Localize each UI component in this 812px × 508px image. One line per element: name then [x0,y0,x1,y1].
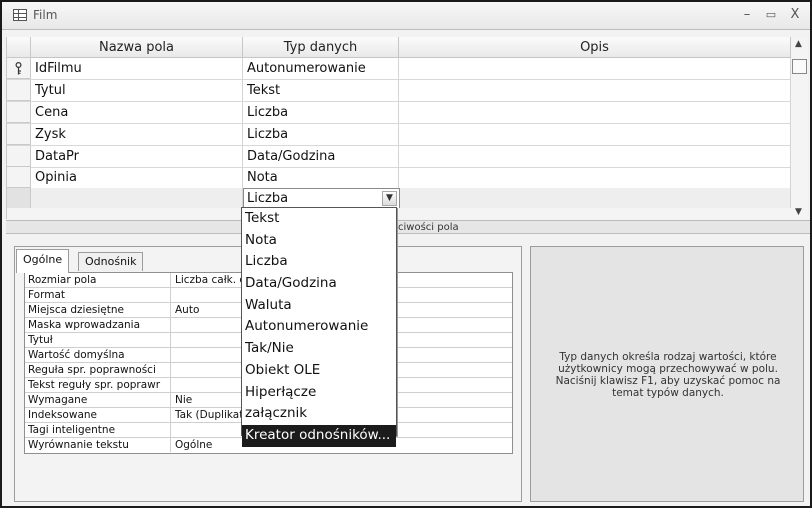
dropdown-option-currency[interactable]: Waluta [242,295,396,317]
field-grid: Nazwa pola Typ danych Opis IdFilmu Auton… [6,37,791,219]
tab-lookup[interactable]: Odnośnik [78,252,144,271]
property-label: Tekst reguły spr. poprawr [25,378,171,392]
description-cell[interactable] [399,146,791,167]
scroll-thumb[interactable] [792,59,807,74]
data-type-cell[interactable]: Autonumerowanie [243,58,399,79]
description-cell[interactable] [399,58,791,79]
minimize-button[interactable]: – [738,6,756,24]
scroll-up-icon[interactable]: ▲ [795,39,802,49]
combobox-value: Liczba [247,191,289,206]
data-type-dropdown-list[interactable]: Tekst Nota Liczba Data/Godzina Waluta Au… [241,207,397,447]
row-selector[interactable] [7,188,31,209]
table-row[interactable]: Tytul Tekst [7,80,791,102]
select-all-corner[interactable] [7,37,31,58]
field-name-cell[interactable]: Tytul [31,80,243,101]
property-label: Reguła spr. poprawności [25,363,171,377]
table-row[interactable]: Zysk Liczba [7,124,791,146]
row-selector[interactable] [7,58,31,79]
dropdown-option-hyperlink[interactable]: Hiperłącze [242,382,396,404]
grid-empty-area [7,208,791,219]
scroll-down-icon[interactable]: ▼ [795,207,802,217]
field-properties-band: ciwości pola [6,220,810,234]
data-type-cell[interactable]: Tekst [243,80,399,101]
dropdown-option-text[interactable]: Tekst [242,208,396,230]
table-row[interactable]: Opinia Nota [7,167,791,189]
dropdown-option-datetime[interactable]: Data/Godzina [242,273,396,295]
dropdown-option-autonumber[interactable]: Autonumerowanie [242,316,396,338]
row-selector[interactable] [7,167,31,188]
dropdown-option-attachment[interactable]: załącznik [242,403,396,425]
row-selector[interactable] [7,80,31,101]
dropdown-option-lookup-wizard[interactable]: Kreator odnośników... [242,424,396,447]
restore-button[interactable]: ▭ [762,6,780,24]
primary-key-icon [15,62,22,75]
dropdown-option-yesno[interactable]: Tak/Nie [242,338,396,360]
description-cell[interactable] [399,167,791,188]
dropdown-option-ole-object[interactable]: Obiekt OLE [242,360,396,382]
property-label: Format [25,288,171,302]
field-name-cell[interactable]: IdFilmu [31,58,243,79]
field-name-cell[interactable]: Opinia [31,167,243,188]
description-cell[interactable] [399,80,791,101]
tab-general[interactable]: Ogólne [16,249,70,273]
row-selector[interactable] [7,102,31,123]
data-type-cell[interactable]: Nota [243,167,399,188]
field-name-cell[interactable]: Cena [31,102,243,123]
vertical-scrollbar[interactable]: ▲ ▼ [791,37,808,219]
property-label: Tagi inteligentne [25,423,171,437]
row-selector[interactable] [7,124,31,145]
table-row[interactable]: IdFilmu Autonumerowanie [7,58,791,80]
help-pane: Typ danych określa rodzaj wartości, któr… [530,246,804,502]
description-cell[interactable] [399,124,791,145]
field-name-cell[interactable] [31,188,243,209]
row-selector[interactable] [7,146,31,167]
table-row[interactable]: Cena Liczba [7,102,791,124]
field-name-cell[interactable]: DataPr [31,146,243,167]
property-label: Maska wprowadzania [25,318,171,332]
field-name-cell[interactable]: Zysk [31,124,243,145]
column-header-field-name[interactable]: Nazwa pola [31,37,243,58]
dropdown-option-memo[interactable]: Nota [242,230,396,252]
property-label: Tytuł [25,333,171,347]
column-header-description[interactable]: Opis [399,37,791,58]
property-label: Wartość domyślna [25,348,171,362]
table-design-window: Film – ▭ X Nazwa pola Typ danych Opis Id… [0,0,812,508]
property-label: Rozmiar pola [25,273,171,287]
property-label: Wyrównanie tekstu [25,438,171,452]
property-label: Miejsca dziesiętne [25,303,171,317]
description-cell[interactable] [399,102,791,123]
column-header-data-type[interactable]: Typ danych [243,37,399,58]
data-type-combobox[interactable]: Liczba ▼ [243,188,400,209]
table-icon [13,9,27,21]
help-text: Typ danych określa rodzaj wartości, któr… [555,351,781,399]
chevron-down-icon[interactable]: ▼ [382,191,397,206]
description-cell[interactable] [399,188,791,209]
data-type-cell[interactable]: Liczba [243,124,399,145]
window-title: Film [33,8,58,22]
data-type-cell[interactable]: Data/Godzina [243,146,399,167]
close-button[interactable]: X [786,6,804,24]
dropdown-option-number[interactable]: Liczba [242,251,396,273]
field-properties-caption: ciwości pola [398,222,459,233]
property-label: Wymagane [25,393,171,407]
property-label: Indeksowane [25,408,171,422]
table-row[interactable]: DataPr Data/Godzina [7,146,791,168]
title-bar: Film – ▭ X [2,2,810,30]
data-type-cell[interactable]: Liczba [243,102,399,123]
